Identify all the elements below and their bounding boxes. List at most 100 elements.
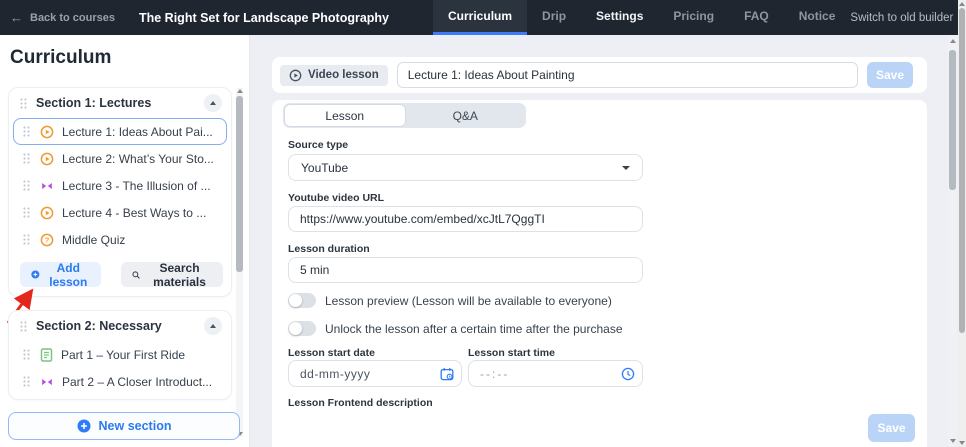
start-time-label: Lesson start time: [468, 347, 555, 359]
lesson-duration-input[interactable]: [288, 257, 643, 283]
tab-faq[interactable]: FAQ: [729, 0, 784, 35]
save-button-top[interactable]: Save: [867, 62, 913, 88]
scroll-down-arrow-icon[interactable]: [949, 439, 956, 443]
lesson-type-label: Video lesson: [308, 69, 379, 81]
lesson-item-lecture-3[interactable]: Lecture 3 - The Illusion of ...: [13, 172, 227, 199]
lesson-item-part-1[interactable]: Part 1 – Your First Ride: [13, 341, 227, 368]
video-lesson-icon: [40, 125, 54, 139]
drag-handle-icon[interactable]: [23, 153, 30, 164]
drag-handle-icon[interactable]: [23, 376, 30, 387]
youtube-url-input[interactable]: [288, 206, 643, 232]
add-lesson-button[interactable]: Add lesson: [20, 260, 101, 289]
lesson-qa-tabs: Lesson Q&A: [283, 103, 526, 128]
lesson-item-middle-quiz[interactable]: ? Middle Quiz: [13, 226, 227, 253]
search-icon: [132, 270, 140, 279]
tab-drip[interactable]: Drip: [527, 0, 581, 35]
sidebar-heading: Curriculum: [10, 47, 112, 68]
lesson-preview-toggle-row: Lesson preview (Lesson will be available…: [288, 293, 612, 308]
add-lesson-label: Add lesson: [49, 260, 88, 289]
tab-pricing[interactable]: Pricing: [658, 0, 729, 35]
tab-curriculum[interactable]: Curriculum: [433, 0, 528, 35]
lesson-item-label: Lecture 4 - Best Ways to ...: [62, 205, 207, 220]
unlock-lesson-toggle-row: Unlock the lesson after a certain time a…: [288, 321, 623, 336]
start-time-field: [468, 360, 643, 387]
lesson-duration-label: Lesson duration: [288, 243, 370, 255]
video-lesson-icon: [40, 206, 54, 220]
plus-circle-icon: [31, 270, 40, 279]
section-1-actions: Add lesson Search materials: [20, 260, 223, 289]
collapse-section-button[interactable]: [204, 94, 222, 112]
lesson-item-label: Lecture 2: What’s Your Sto...: [62, 151, 214, 166]
scrollbar-thumb[interactable]: [236, 96, 243, 272]
section-title: Section 1: Lectures: [36, 96, 152, 110]
lesson-title-bar: Video lesson Save: [272, 57, 927, 93]
source-type-select[interactable]: YouTube: [288, 154, 643, 181]
page-scrollbar[interactable]: [958, 0, 966, 447]
svg-text:?: ?: [45, 235, 50, 244]
lesson-item-part-2[interactable]: Part 2 – A Closer Introduct...: [13, 368, 227, 395]
save-button-bottom[interactable]: Save: [868, 414, 915, 442]
tab-notice[interactable]: Notice: [784, 0, 851, 35]
lesson-item-lecture-1[interactable]: Lecture 1: Ideas About Pai...: [13, 118, 227, 145]
search-materials-button[interactable]: Search materials: [120, 261, 223, 289]
toggle-knob: [289, 294, 302, 307]
interactive-lesson-icon: [40, 375, 54, 389]
lesson-item-label: Middle Quiz: [62, 232, 126, 247]
section-1-card: Section 1: Lectures Lecture 1: Ideas Abo…: [8, 87, 232, 297]
scroll-up-arrow-icon[interactable]: [959, 2, 965, 6]
text-lesson-icon: [40, 347, 53, 362]
lesson-item-label: Part 2 – A Closer Introduct...: [62, 374, 213, 389]
chevron-up-icon: [210, 101, 216, 105]
source-type-label: Source type: [288, 139, 349, 151]
start-time-input[interactable]: [468, 360, 643, 387]
drag-handle-icon[interactable]: [20, 97, 27, 109]
lesson-type-badge: Video lesson: [280, 64, 388, 86]
start-date-label: Lesson start date: [288, 347, 375, 359]
collapse-section-button[interactable]: [204, 317, 222, 335]
lesson-item-label: Lecture 1: Ideas About Pai...: [62, 124, 213, 139]
lesson-item-label: Lecture 3 - The Illusion of ...: [62, 178, 211, 193]
plus-circle-icon: [77, 419, 91, 433]
video-play-icon: [289, 69, 302, 81]
section-2-card: Section 2: Necessary Part 1 – Your First…: [8, 310, 232, 400]
top-navbar: ← Back to courses The Right Set for Land…: [0, 0, 958, 35]
lesson-item-lecture-4[interactable]: Lecture 4 - Best Ways to ...: [13, 199, 227, 226]
nav-tabs: Curriculum Drip Settings Pricing FAQ Not…: [433, 0, 850, 35]
lesson-title-input[interactable]: [396, 62, 858, 88]
quiz-icon: ?: [40, 233, 54, 247]
drag-handle-icon[interactable]: [23, 234, 30, 245]
lesson-preview-label: Lesson preview (Lesson will be available…: [325, 293, 612, 308]
tab-qa[interactable]: Q&A: [406, 104, 526, 127]
unlock-lesson-toggle[interactable]: [288, 321, 316, 336]
course-title: The Right Set for Landscape Photography: [138, 10, 390, 25]
tab-settings[interactable]: Settings: [581, 0, 658, 35]
back-label: Back to courses: [30, 11, 115, 24]
drag-handle-icon[interactable]: [20, 320, 27, 332]
lesson-form-card: Lesson Q&A Source type YouTube Youtube v…: [272, 100, 927, 447]
drag-handle-icon[interactable]: [23, 207, 30, 218]
new-section-button[interactable]: New section: [8, 412, 240, 440]
interactive-lesson-icon: [40, 179, 54, 193]
scroll-down-arrow-icon[interactable]: [959, 441, 965, 445]
section-2-header[interactable]: Section 2: Necessary: [9, 311, 231, 341]
start-date-input[interactable]: [288, 360, 462, 387]
scrollbar-thumb[interactable]: [959, 8, 965, 333]
drag-handle-icon[interactable]: [23, 349, 30, 360]
tab-lesson[interactable]: Lesson: [284, 104, 406, 127]
unlock-lesson-label: Unlock the lesson after a certain time a…: [325, 321, 623, 336]
source-type-value: YouTube: [301, 160, 349, 175]
back-to-courses-link[interactable]: ← Back to courses: [10, 10, 115, 25]
lesson-list-scrollbar[interactable]: [236, 88, 243, 437]
scroll-up-arrow-icon[interactable]: [949, 39, 956, 43]
lesson-item-lecture-2[interactable]: Lecture 2: What’s Your Sto...: [13, 145, 227, 172]
drag-handle-icon[interactable]: [23, 180, 30, 191]
switch-old-builder-link[interactable]: Switch to old builder: [850, 12, 953, 24]
editor-scrollbar[interactable]: [948, 35, 957, 447]
lesson-preview-toggle[interactable]: [288, 293, 316, 308]
scrollbar-thumb[interactable]: [949, 50, 956, 190]
section-1-header[interactable]: Section 1: Lectures: [9, 88, 231, 118]
back-arrow-icon: ←: [10, 10, 23, 25]
drag-handle-icon[interactable]: [23, 126, 30, 137]
curriculum-sidebar: Curriculum Section 1: Lectures Lecture 1…: [0, 35, 250, 447]
scroll-up-arrow-icon[interactable]: [236, 89, 243, 93]
